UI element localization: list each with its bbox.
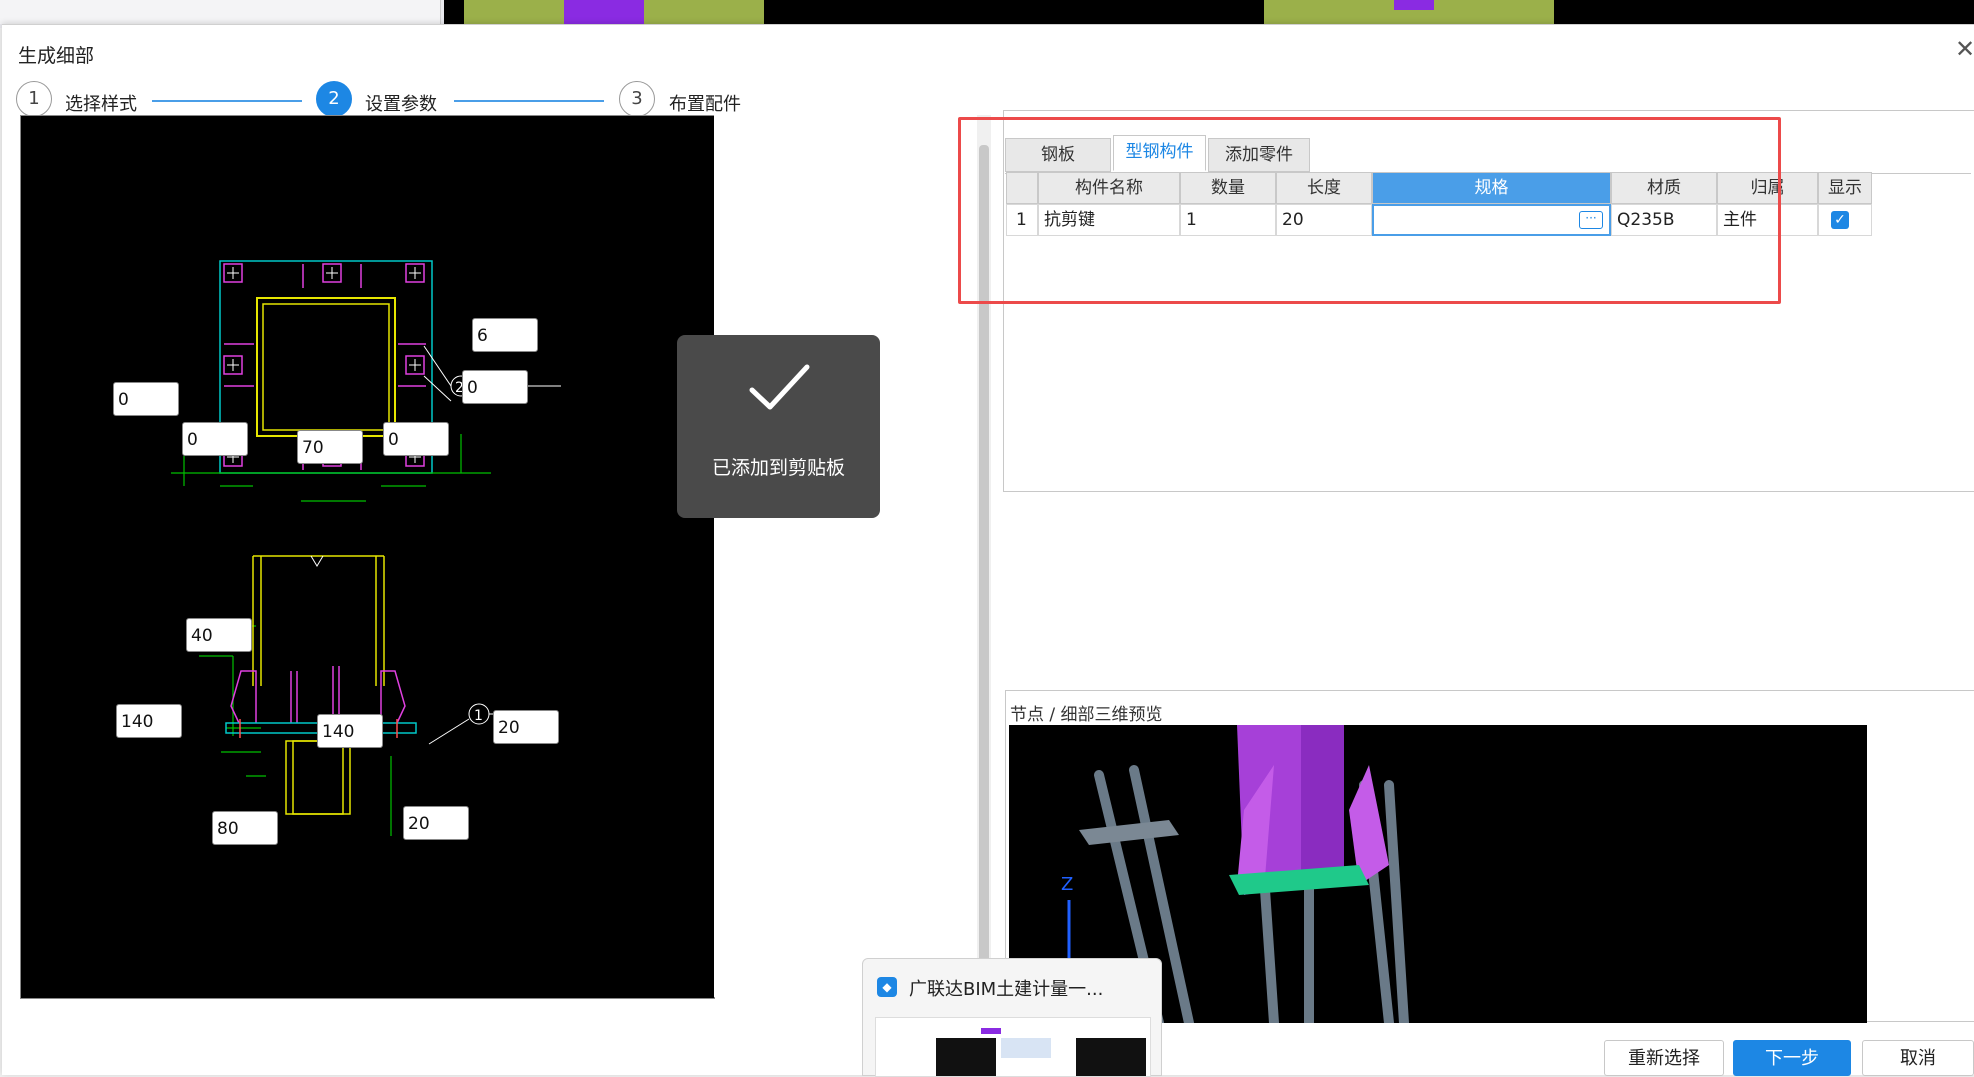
param-input-40[interactable]: 40 xyxy=(186,618,252,652)
next-button[interactable]: 下一步 xyxy=(1733,1040,1851,1076)
background-panel xyxy=(0,0,441,24)
param-input-0b[interactable]: 0 xyxy=(462,370,528,404)
step-3-label: 布置配件 xyxy=(669,94,741,115)
highlight-box xyxy=(958,117,1781,304)
param-input-6[interactable]: 6 xyxy=(472,318,538,352)
step-3-circle: 3 xyxy=(619,81,655,117)
preview-title: 节点 / 细部三维预览 xyxy=(1010,705,1163,725)
background-viewport xyxy=(444,0,1974,24)
param-input-140a[interactable]: 140 xyxy=(116,704,182,738)
step-connector xyxy=(152,100,302,102)
base-plate-drawing: 2 9 1 xyxy=(171,260,561,836)
close-icon[interactable]: ✕ xyxy=(1955,35,1974,63)
param-input-70[interactable]: 70 xyxy=(297,430,363,464)
check-icon xyxy=(749,364,810,410)
taskbar-preview-popup[interactable]: ◆ 广联达BIM土建计量一... xyxy=(862,958,1162,1077)
header-show[interactable]: 显示 xyxy=(1818,172,1872,204)
checkbox-checked-icon[interactable]: ✓ xyxy=(1831,211,1849,229)
step-2-circle: 2 xyxy=(316,81,352,117)
toast-message: 已添加到剪贴板 xyxy=(711,457,845,479)
step-connector xyxy=(454,100,604,102)
drawing-margin xyxy=(714,115,984,997)
dialog-title: 生成细部 xyxy=(18,45,95,67)
svg-text:1: 1 xyxy=(474,708,483,724)
param-input-140b[interactable]: 140 xyxy=(317,714,383,748)
param-input-0c[interactable]: 0 xyxy=(182,422,248,456)
param-input-0d[interactable]: 0 xyxy=(383,422,449,456)
step-2-label: 设置参数 xyxy=(365,94,437,115)
reselect-button[interactable]: 重新选择 xyxy=(1604,1040,1724,1076)
window-thumbnail[interactable] xyxy=(875,1017,1151,1077)
param-input-20a[interactable]: 20 xyxy=(493,710,559,744)
param-input-20b[interactable]: 20 xyxy=(403,806,469,840)
svg-text:Z: Z xyxy=(1061,874,1073,895)
taskbar-window-title: 广联达BIM土建计量一... xyxy=(909,979,1104,1000)
app-icon: ◆ xyxy=(877,977,897,997)
clipboard-toast: 已添加到剪贴板 xyxy=(677,335,880,518)
param-input-80[interactable]: 80 xyxy=(212,811,278,845)
param-input-0a[interactable]: 0 xyxy=(113,382,179,416)
cell-show[interactable]: ✓ xyxy=(1818,204,1872,236)
step-1-label: 选择样式 xyxy=(65,94,137,115)
cancel-button[interactable]: 取消 xyxy=(1862,1040,1974,1076)
parameter-drawing: 2 9 1 xyxy=(20,115,715,999)
step-1-circle: 1 xyxy=(16,81,52,117)
